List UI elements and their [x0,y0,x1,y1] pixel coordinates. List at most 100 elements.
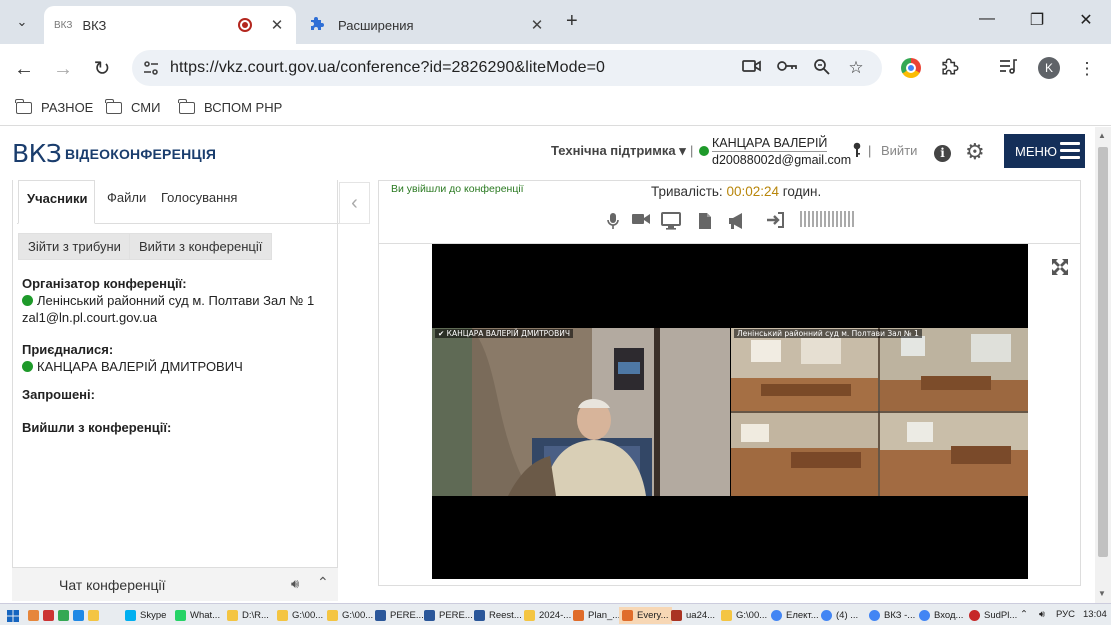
tab-close-icon[interactable]: ✕ [528,16,546,34]
tech-support-dropdown[interactable]: Технічна підтримка ▾ [551,143,686,159]
bookmark-folder[interactable]: ВСПОМ РНР [178,98,282,115]
taskbar-app-whatsapp[interactable]: What... [172,607,223,624]
user-email: d20088002d@gmail.com [712,153,852,167]
web-page: ВКЗ ВІДЕОКОНФЕРЕНЦІЯ Технічна підтримка … [0,127,1095,603]
taskbar-app-folder[interactable]: D:\R... [224,607,272,624]
tab-search-button[interactable]: ⌄ [8,8,36,36]
scrollbar-thumb[interactable] [1098,147,1108,557]
tray-overflow-icon[interactable]: ⌃ [1020,609,1028,620]
language-indicator[interactable]: РУС [1056,609,1075,620]
taskbar-app-chrome[interactable]: Елект... [768,607,822,624]
taskbar-app-chrome[interactable]: ВКЗ -... [866,607,918,624]
site-logo[interactable]: ВКЗ [12,139,62,168]
new-tab-button[interactable]: + [566,10,578,33]
exit-icon[interactable] [765,212,785,232]
profile-avatar[interactable]: K [1038,57,1060,79]
screen-share-icon[interactable] [661,212,681,232]
video-area[interactable]: ✔ КАНЦАРА ВАЛЕРІЙ ДМИТРОВИЧ Ленінський р… [432,244,1028,579]
clock[interactable]: 13:04 [1083,609,1107,620]
media-control-icon[interactable] [998,58,1020,80]
logout-link[interactable]: Вийти [881,143,917,158]
video-camera-icon[interactable] [631,212,651,232]
hamburger-icon [1060,142,1080,163]
taskbar-app-doc[interactable]: PERE... [421,607,476,624]
bookmark-folder[interactable]: РАЗНОЕ [15,98,94,115]
taskbar-app-chrome[interactable]: (4) ... [818,607,861,624]
speaker-icon[interactable]: 🔊︎ [291,576,299,592]
browser-tab-extensions[interactable]: Расширения ✕ [300,6,556,44]
taskbar-app-doc[interactable]: Reest... [471,607,525,624]
collapse-panel-chevron-icon[interactable]: ‹ [339,182,370,224]
user-name[interactable]: КАНЦАРА ВАЛЕРІЙ [712,136,828,152]
taskbar-app-doc[interactable]: PERE... [372,607,427,624]
minimize-icon[interactable]: — [977,10,997,28]
participant-video-feed[interactable]: ✔ КАНЦАРА ВАЛЕРІЙ ДМИТРОВИЧ [432,328,730,496]
extensions-icon[interactable] [940,58,962,80]
taskbar-app-skype[interactable]: Skype [122,607,169,624]
pinned-apps[interactable] [25,607,106,624]
tab-close-icon[interactable]: ✕ [268,16,286,34]
scroll-down-arrow-icon[interactable]: ▼ [1098,589,1106,598]
page-scrollbar[interactable]: ▲ ▼ [1095,127,1111,603]
participant-video-label: ✔ КАНЦАРА ВАЛЕРІЙ ДМИТРОВИЧ [435,329,573,338]
start-button[interactable] [4,607,22,624]
browser-menu-icon[interactable]: ⋮ [1076,58,1098,80]
tab-participants[interactable]: Учасники [18,180,95,224]
close-window-icon[interactable]: ✕ [1076,10,1096,30]
organizer-entry: Ленінський районний суд м. Полтави Зал №… [22,293,314,308]
bookmark-folder[interactable]: СМИ [105,98,160,115]
conference-panel: Ви увійшли до конференції Тривалість: 00… [378,180,1081,586]
duration: Тривалість: 00:02:24 годин. [651,184,821,199]
duration-value: 00:02:24 [726,184,779,199]
taskbar-app-archive[interactable]: ua24... [668,607,718,624]
duration-label: Тривалість: [651,184,723,199]
conference-chat-bar[interactable]: Чат конференції 🔊︎ ⌃ [12,567,338,601]
bookmark-label: РАЗНОЕ [41,100,94,115]
volume-icon[interactable]: 🔊︎ [1039,609,1045,620]
folder-icon [105,98,122,114]
announcement-megaphone-icon[interactable] [727,212,747,232]
conference-header: Ви увійшли до конференції Тривалість: 00… [379,181,1080,244]
key-icon[interactable] [852,142,862,162]
taskbar-app-folder[interactable]: 2024-... [521,607,574,624]
info-icon[interactable]: i [934,145,951,162]
forward-icon[interactable]: → [51,57,75,81]
zoom-icon[interactable] [812,58,832,78]
scroll-up-arrow-icon[interactable]: ▲ [1098,131,1106,140]
tab-files[interactable]: Файли [99,180,154,224]
bookmark-star-icon[interactable]: ☆ [846,58,866,78]
participant-video-image [432,328,730,496]
taskbar-app-chrome[interactable]: Вход... [916,607,966,624]
back-icon[interactable]: ← [12,57,36,81]
main-menu-button[interactable]: МЕНЮ [1004,134,1085,168]
chevron-up-icon[interactable]: ⌃ [317,574,329,591]
restore-icon[interactable]: ❐ [1027,10,1047,30]
address-bar[interactable]: https://vkz.court.gov.ua/conference?id=2… [132,50,882,86]
tab-voting[interactable]: Голосування [153,180,245,224]
taskbar-app-folder[interactable]: G:\00... [324,607,376,624]
courtroom-video-feed[interactable]: Ленінський районний суд м. Полтави Зал №… [731,328,1028,496]
leave-podium-button[interactable]: Зійти з трибуни [18,233,131,260]
password-key-icon[interactable] [776,58,797,78]
leave-conference-button[interactable]: Вийти з конференції [129,233,273,260]
tab-title: ВКЗ [82,17,107,33]
taskbar-app-everything[interactable]: Every... [619,607,672,624]
taskbar-app-settings[interactable]: SudPl... [966,607,1020,624]
taskbar-app-folder[interactable]: G:\00... [718,607,770,624]
taskbar-app-search[interactable]: Plan_... [570,607,623,624]
microphone-icon[interactable] [603,212,623,232]
reload-icon[interactable]: ↻ [90,57,114,81]
chrome-extension-icon[interactable] [901,58,921,78]
organizer-title: Організатор конференції: [22,276,187,291]
recording-icon [238,18,252,32]
settings-gear-icon[interactable]: ⚙ [965,139,985,165]
courtroom-video-image [731,328,1028,496]
site-info-icon[interactable] [142,59,160,77]
puzzle-icon [310,16,326,35]
browser-tab-vkz[interactable]: ВКЗ ВКЗ ✕ [44,6,296,44]
taskbar-app-folder[interactable]: G:\00... [274,607,326,624]
document-icon[interactable] [695,212,715,232]
fullscreen-expand-icon[interactable] [1050,257,1070,283]
camera-icon[interactable] [742,58,762,78]
windows-taskbar: Skype What... D:\R... G:\00... G:\00... … [0,603,1111,625]
